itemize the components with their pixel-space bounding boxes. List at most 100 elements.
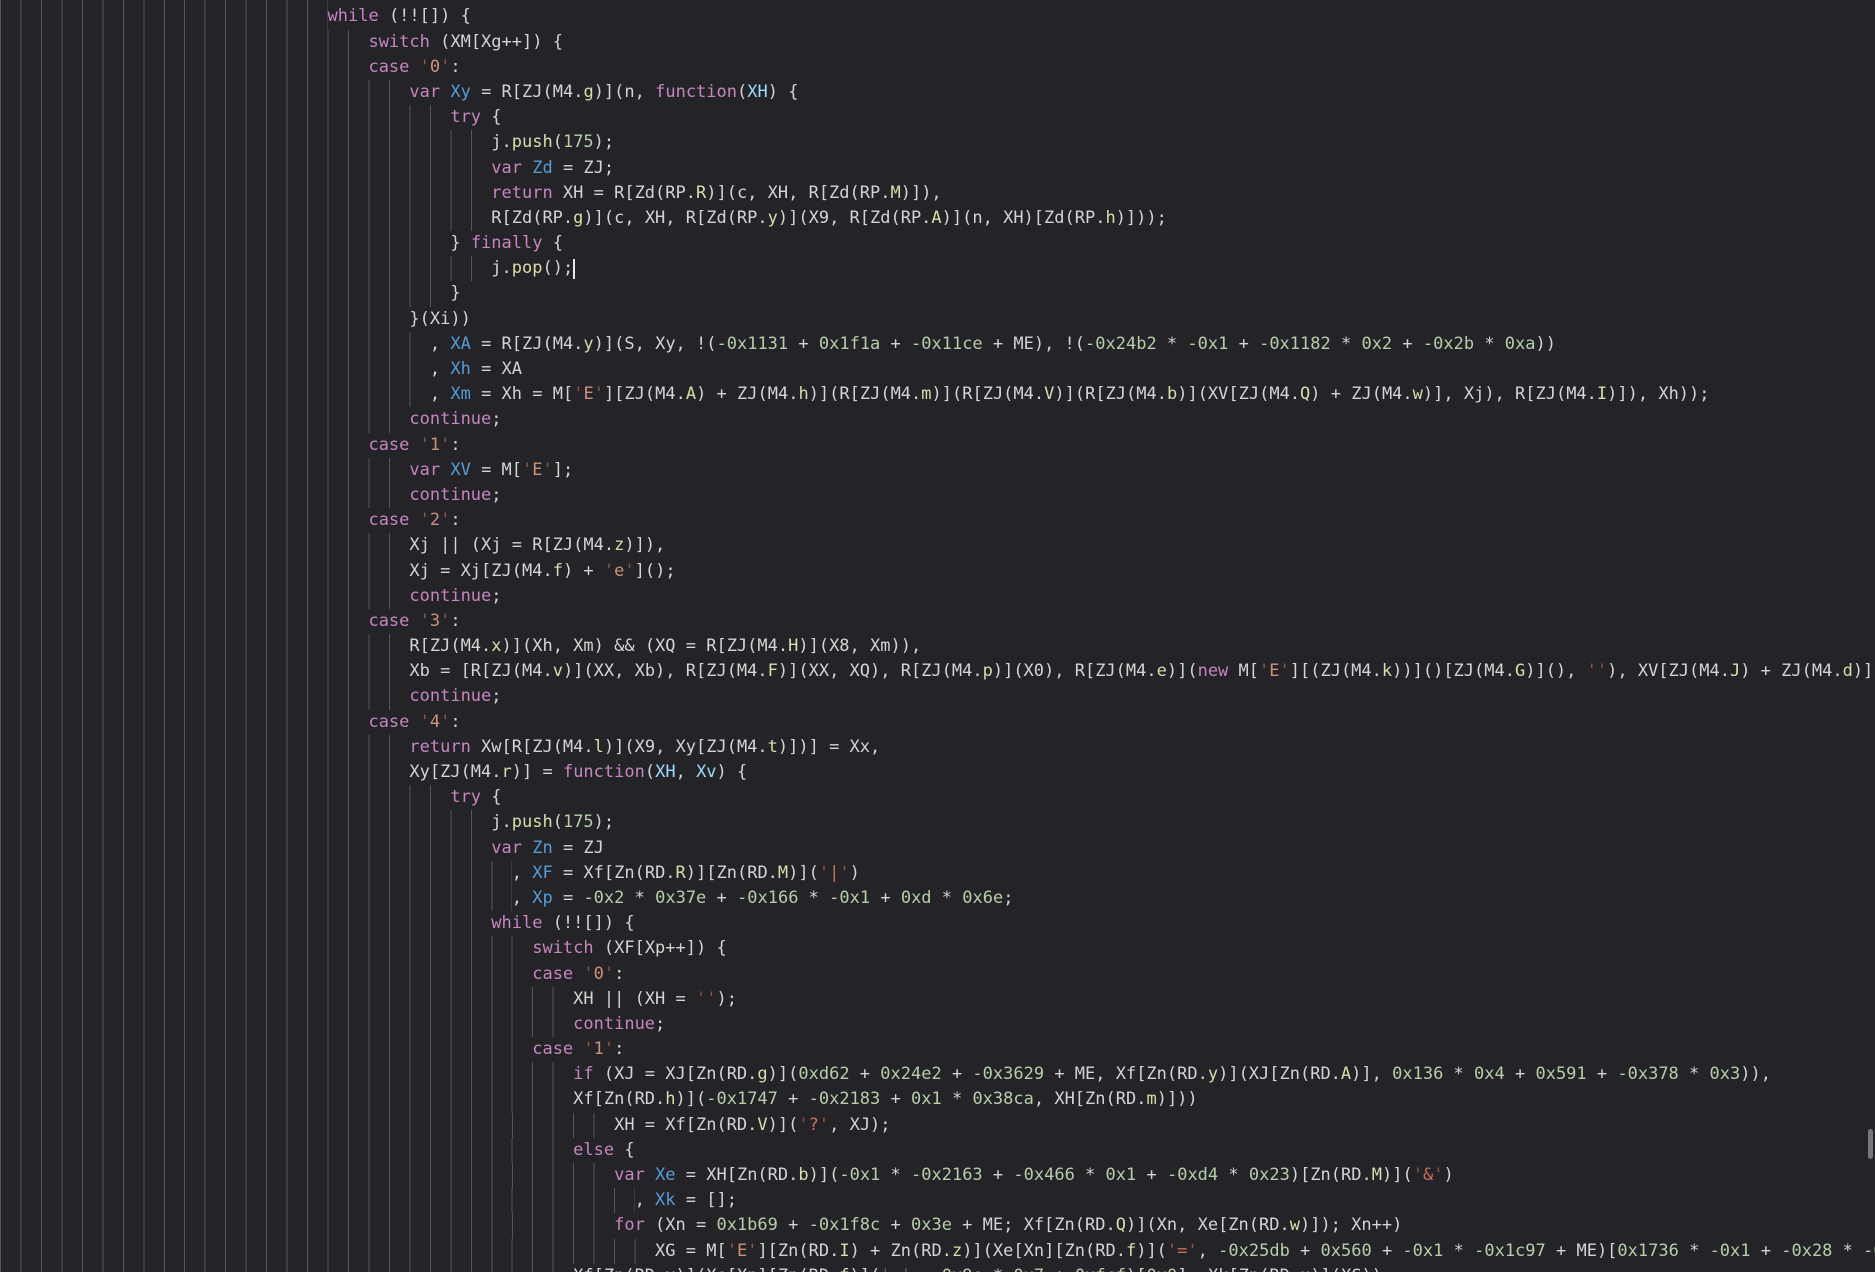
code-token: M: [890, 182, 901, 203]
code-line[interactable]: if (XJ = XJ[Zn(RD. g)](0xd62 + 0x24e2 + -…: [0, 1062, 1875, 1088]
code-line[interactable]: j. pop ();: [0, 256, 1875, 282]
code-line[interactable]: try {: [0, 785, 1875, 811]
code-line[interactable]: switch (XF[Xp++]) {: [0, 936, 1875, 962]
code-line[interactable]: R[ZJ(M4. x)](Xh, Xm) && (XQ = R[ZJ(M4. H)]…: [0, 634, 1875, 660]
code-token: (XM[Xg++]) {: [429, 31, 563, 52]
indent-guides: [0, 105, 451, 131]
code-line[interactable]: case ' 1 ':: [0, 432, 1875, 458]
code-line[interactable]: try {: [0, 105, 1875, 131]
code-line[interactable]: , XF = Xf[Zn(RD. R)][Zn(RD. M)](' | '): [0, 860, 1875, 886]
code-line[interactable]: var XV = M[' E '];: [0, 457, 1875, 483]
code-editor[interactable]: var Xg = 0x0 * -0x1 + ME;while (!![]) {s…: [0, 0, 1875, 1272]
code-line[interactable]: Xf[Zn(RD.x)](Xe[Xn][Zn(RD.f)]('=', -0x9e…: [0, 1263, 1875, 1272]
code-line[interactable]: var Zd = ZJ;: [0, 155, 1875, 181]
code-token: , XJ);: [829, 1114, 891, 1135]
code-line[interactable]: while (!![]) {: [0, 4, 1875, 30]
code-token: )](: [675, 1089, 707, 1110]
code-token: *: [1678, 1064, 1710, 1085]
code-line[interactable]: for (Xn = 0x1b69 + -0x1f8c + 0x3e + ME; …: [0, 1213, 1875, 1239]
code-line[interactable]: continue;: [0, 407, 1875, 433]
code-token: )](XV[ZJ(M4.: [1177, 384, 1301, 405]
code-token: I: [1596, 384, 1608, 405]
code-line[interactable]: , Xk = [];: [0, 1188, 1875, 1214]
code-line[interactable]: , Xm = Xh = M[' E '][ZJ(M4. A) + ZJ(M4. h)](…: [0, 382, 1875, 408]
code-line[interactable]: XH = Xf[Zn(RD. V)]('? ', XJ);: [0, 1112, 1875, 1138]
code-line[interactable]: switch (XM[Xg++]) {: [0, 29, 1875, 55]
code-line[interactable]: , XA = R[ZJ(M4. y)](S, Xy, !(-0x1131 + 0x…: [0, 331, 1875, 358]
code-token: )](: [767, 1064, 799, 1085]
code-line[interactable]: case ' 3 ':: [0, 608, 1875, 635]
code-token: t: [767, 736, 778, 757]
code-line[interactable]: return Xw[R[ZJ(M4. l)](X9, Xy[ZJ(M4. t)])]…: [0, 734, 1875, 761]
code-token: ,: [429, 333, 451, 354]
code-token: '': [1586, 661, 1608, 682]
code-line[interactable]: Xf[Zn(RD. h)](-0x1747 + -0x2183 + 0x1 * 0…: [0, 1087, 1875, 1113]
scrollbar-thumb[interactable]: [1868, 1129, 1873, 1159]
code-token: -0xd: [1863, 1240, 1875, 1261]
code-token: &: [1422, 1165, 1434, 1186]
code-line[interactable]: var Zn = ZJ: [0, 835, 1875, 861]
code-line[interactable]: } finally {: [0, 231, 1875, 257]
code-token: Xy: [450, 81, 471, 102]
code-token: 4: [429, 711, 441, 732]
code-token: h: [665, 1089, 676, 1110]
code-line[interactable]: case ' 0 ':: [0, 961, 1875, 987]
code-token: j.: [491, 258, 512, 279]
code-token: M[: [1228, 661, 1260, 682]
indent-guides: [0, 986, 574, 1012]
code-token: = R[ZJ(M4.: [470, 333, 584, 354]
code-line[interactable]: continue;: [0, 482, 1875, 509]
code-line[interactable]: else {: [0, 1137, 1875, 1164]
code-line[interactable]: continue;: [0, 684, 1875, 710]
code-token: m: [921, 384, 932, 405]
code-token: +: [1136, 1165, 1167, 1186]
code-line[interactable]: while (!![]) {: [0, 911, 1875, 937]
code-token: ) +: [562, 560, 604, 581]
indent-guides: [0, 835, 492, 861]
code-line[interactable]: return XH = R[Zd(RP. R)](c, XH, R[Zd(RP. M…: [0, 180, 1875, 206]
code-token: 0x1f1a: [818, 333, 881, 354]
code-token: ) + Zn(RD.: [849, 1240, 952, 1261]
code-token: :: [450, 610, 461, 631]
code-token: = ZJ;: [552, 157, 615, 178]
indent-guides: [0, 205, 492, 232]
code-token: +: [1228, 333, 1260, 354]
code-line[interactable]: case ' 0 ':: [0, 54, 1875, 80]
code-token: = XA: [470, 359, 523, 380]
code-token: = Xh = M[: [470, 384, 574, 405]
code-line[interactable]: }: [0, 281, 1875, 307]
code-line[interactable]: var Xy = R[ZJ(M4. g)](n, function(XH) {: [0, 79, 1875, 106]
code-line[interactable]: j. push(175);: [0, 810, 1875, 836]
code-token: Xh: [450, 359, 471, 380]
code-token: l: [593, 736, 604, 757]
code-line[interactable]: case ' 1 ':: [0, 1037, 1875, 1063]
code-line[interactable]: Xj || (Xj = R[ZJ(M4. z)]),: [0, 533, 1875, 559]
code-token: -0x3629: [972, 1064, 1045, 1085]
code-token: else: [573, 1139, 615, 1160]
code-line[interactable]: , Xp = -0x2 * 0x37e + -0x166 * -0x1 + 0x…: [0, 885, 1875, 912]
code-line[interactable]: XH || (XH = '');: [0, 986, 1875, 1012]
code-token: case: [532, 963, 574, 984]
code-line[interactable]: R[Zd(RP. g)](c, XH, R[Zd(RP. y)](X9, R[Zd(…: [0, 205, 1875, 232]
code-token: )]), Xh));: [1607, 384, 1710, 405]
code-line[interactable]: Xb = [R[ZJ(M4. v)](XX, Xb), R[ZJ(M4. F)](X…: [0, 659, 1875, 685]
code-token: -0x24b2: [1085, 333, 1157, 354]
code-line[interactable]: XG = M[' E '][Zn(RD. I) + Zn(RD. z)](Xe[Xn][…: [0, 1238, 1875, 1264]
indent-guides: [0, 331, 430, 358]
code-token: = XH[Zn(RD.: [675, 1165, 799, 1186]
code-line[interactable]: j. push(175);: [0, 130, 1875, 156]
code-line[interactable]: case ' 4 ':: [0, 709, 1875, 735]
code-line[interactable]: case ' 2 ':: [0, 508, 1875, 534]
code-line[interactable]: continue;: [0, 1011, 1875, 1038]
code-token: )](XX, XQ), R[ZJ(M4.: [777, 661, 983, 682]
code-token: ': [440, 434, 451, 455]
code-token: = [];: [675, 1190, 737, 1211]
code-line[interactable]: Xy[ZJ(M4. r)] = function(XH, Xv) {: [0, 760, 1875, 786]
code-line[interactable]: var Xe = XH[Zn(RD. b)](-0x1 * -0x2163 + -…: [0, 1163, 1875, 1189]
code-line[interactable]: }(Xi)): [0, 306, 1875, 332]
code-token: f: [552, 560, 563, 581]
code-line[interactable]: , Xh = XA: [0, 357, 1875, 383]
code-line[interactable]: continue;: [0, 583, 1875, 609]
code-line[interactable]: Xj = Xj[ZJ(M4. f) + ' e ']();: [0, 558, 1875, 584]
